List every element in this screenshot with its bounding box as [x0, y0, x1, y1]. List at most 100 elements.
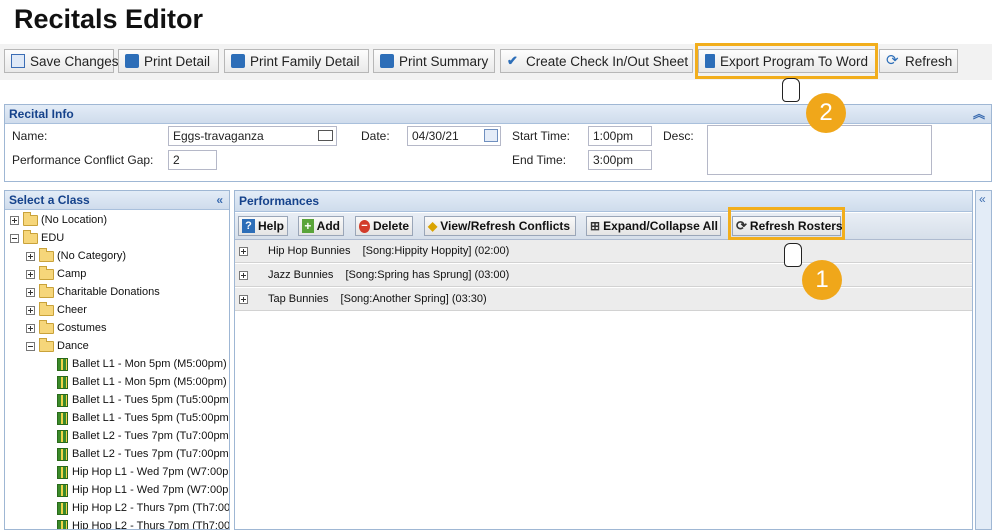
end-time-field[interactable]: 3:00pm — [588, 150, 652, 170]
date-field[interactable]: 04/30/21 — [407, 126, 501, 146]
class-gift-icon — [57, 430, 68, 443]
class-item[interactable]: Ballet L1 - Mon 5pm (M5:00pm) — [57, 355, 227, 373]
tree-node[interactable]: Dance — [26, 337, 89, 355]
hierarchy-icon: ⊞ — [590, 219, 600, 233]
performance-conflict-gap-label: Performance Conflict Gap: — [12, 153, 153, 167]
class-gift-icon — [57, 484, 68, 497]
folder-icon — [23, 215, 38, 226]
class-gift-icon — [57, 412, 68, 425]
hand-cursor-icon — [782, 78, 800, 102]
expand-icon[interactable] — [239, 247, 248, 256]
printer-icon — [231, 54, 245, 68]
class-item[interactable]: Ballet L1 - Tues 5pm (Tu5:00pm — [57, 409, 229, 427]
expand-icon[interactable] — [26, 252, 35, 261]
expand-icon[interactable] — [26, 270, 35, 279]
folder-open-icon — [23, 233, 38, 244]
double-check-icon: ✔ — [507, 54, 521, 68]
class-item[interactable]: Hip Hop L2 - Thurs 7pm (Th7:00 — [57, 517, 230, 530]
print-family-detail-button[interactable]: Print Family Detail — [224, 49, 369, 73]
view-refresh-conflicts-button[interactable]: ◆ View/Refresh Conflicts — [424, 216, 576, 236]
start-time-field[interactable]: 1:00pm — [588, 126, 652, 146]
warning-icon: ◆ — [428, 219, 437, 233]
hand-cursor-icon — [784, 243, 802, 267]
class-item[interactable]: Ballet L1 - Mon 5pm (M5:00pm) — [57, 373, 227, 391]
expand-collapse-all-button[interactable]: ⊞ Expand/Collapse All — [586, 216, 721, 236]
class-item[interactable]: Ballet L1 - Tues 5pm (Tu5:00pm — [57, 391, 229, 409]
refresh-button[interactable]: ⟳ Refresh — [879, 49, 958, 73]
page-title: Recitals Editor — [14, 4, 203, 35]
help-button[interactable]: ? Help — [238, 216, 288, 236]
collapse-icon[interactable] — [10, 234, 19, 243]
tree-node[interactable]: Costumes — [26, 319, 107, 337]
folder-open-icon — [39, 341, 54, 352]
print-summary-button[interactable]: Print Summary — [373, 49, 495, 73]
tree-node[interactable]: (No Category) — [26, 247, 126, 265]
performance-row[interactable]: Hip Hop Bunnies [Song:Hippity Hoppity] (… — [235, 240, 972, 263]
expand-icon[interactable] — [239, 295, 248, 304]
select-class-panel: Select a Class « (No Location) EDU (No C… — [4, 190, 230, 530]
expand-left-icon[interactable]: « — [979, 192, 986, 206]
tree-node[interactable]: EDU — [10, 229, 64, 247]
expand-icon[interactable] — [10, 216, 19, 225]
add-icon: + — [302, 219, 314, 233]
folder-icon — [39, 251, 54, 262]
collapse-left-icon[interactable]: « — [216, 191, 223, 209]
right-collapsed-panel: « — [975, 190, 992, 530]
step-2-badge: 2 — [806, 93, 846, 133]
folder-icon — [39, 269, 54, 280]
expand-icon[interactable] — [26, 306, 35, 315]
refresh-rosters-highlight — [728, 207, 845, 240]
class-gift-icon — [57, 376, 68, 389]
tree-node[interactable]: Camp — [26, 265, 86, 283]
conflict-gap-field[interactable]: 2 — [168, 150, 217, 170]
name-label: Name: — [12, 129, 47, 143]
tree-node[interactable]: Cheer — [26, 301, 87, 319]
tree-node[interactable]: (No Location) — [10, 211, 107, 229]
add-button[interactable]: + Add — [298, 216, 344, 236]
step-1-badge: 1 — [802, 260, 842, 300]
performance-row[interactable]: Jazz Bunnies [Song:Spring has Sprung] (0… — [235, 264, 972, 287]
class-gift-icon — [57, 448, 68, 461]
collapse-icon[interactable] — [26, 342, 35, 351]
create-check-in-out-button[interactable]: ✔ Create Check In/Out Sheet — [500, 49, 693, 73]
folder-icon — [39, 323, 54, 334]
delete-icon: − — [359, 220, 370, 233]
performances-toolbar: ? Help + Add − Delete ◆ View/Refresh Con… — [235, 213, 972, 240]
collapse-up-icon[interactable]: ︽ — [973, 105, 985, 123]
save-changes-button[interactable]: Save Changes — [4, 49, 114, 73]
date-label: Date: — [361, 129, 390, 143]
refresh-icon: ⟳ — [886, 54, 900, 68]
class-gift-icon — [57, 358, 68, 371]
class-item[interactable]: Hip Hop L2 - Thurs 7pm (Th7:00 — [57, 499, 230, 517]
class-gift-icon — [57, 520, 68, 530]
export-highlight — [695, 43, 878, 79]
performance-row[interactable]: Tap Bunnies [Song:Another Spring] (03:30… — [235, 288, 972, 311]
expand-icon[interactable] — [26, 324, 35, 333]
delete-button[interactable]: − Delete — [355, 216, 413, 236]
printer-icon — [125, 54, 139, 68]
folder-icon — [39, 305, 54, 316]
class-gift-icon — [57, 394, 68, 407]
class-item[interactable]: Ballet L2 - Tues 7pm (Tu7:00pm — [57, 427, 229, 445]
performances-panel: Performances ? Help + Add − Delete ◆ Vie… — [234, 190, 973, 530]
end-time-label: End Time: — [512, 153, 566, 167]
printer-icon — [380, 54, 394, 68]
expand-icon[interactable] — [239, 271, 248, 280]
class-item[interactable]: Hip Hop L1 - Wed 7pm (W7:00p — [57, 481, 228, 499]
class-item[interactable]: Ballet L2 - Tues 7pm (Tu7:00pm — [57, 445, 229, 463]
id-card-icon — [318, 130, 333, 141]
calendar-icon[interactable] — [484, 129, 498, 142]
save-icon — [11, 54, 25, 68]
desc-label: Desc: — [663, 129, 694, 143]
expand-icon[interactable] — [26, 288, 35, 297]
print-detail-button[interactable]: Print Detail — [118, 49, 219, 73]
class-tree: (No Location) EDU (No Category) Camp Cha… — [5, 211, 229, 530]
name-field[interactable]: Eggs-travaganza — [168, 126, 337, 146]
class-item[interactable]: Hip Hop L1 - Wed 7pm (W7:00p — [57, 463, 228, 481]
folder-icon — [39, 287, 54, 298]
desc-textarea[interactable] — [707, 125, 932, 175]
class-gift-icon — [57, 502, 68, 515]
start-time-label: Start Time: — [512, 129, 570, 143]
tree-node[interactable]: Charitable Donations — [26, 283, 160, 301]
performances-header: Performances — [235, 191, 972, 212]
